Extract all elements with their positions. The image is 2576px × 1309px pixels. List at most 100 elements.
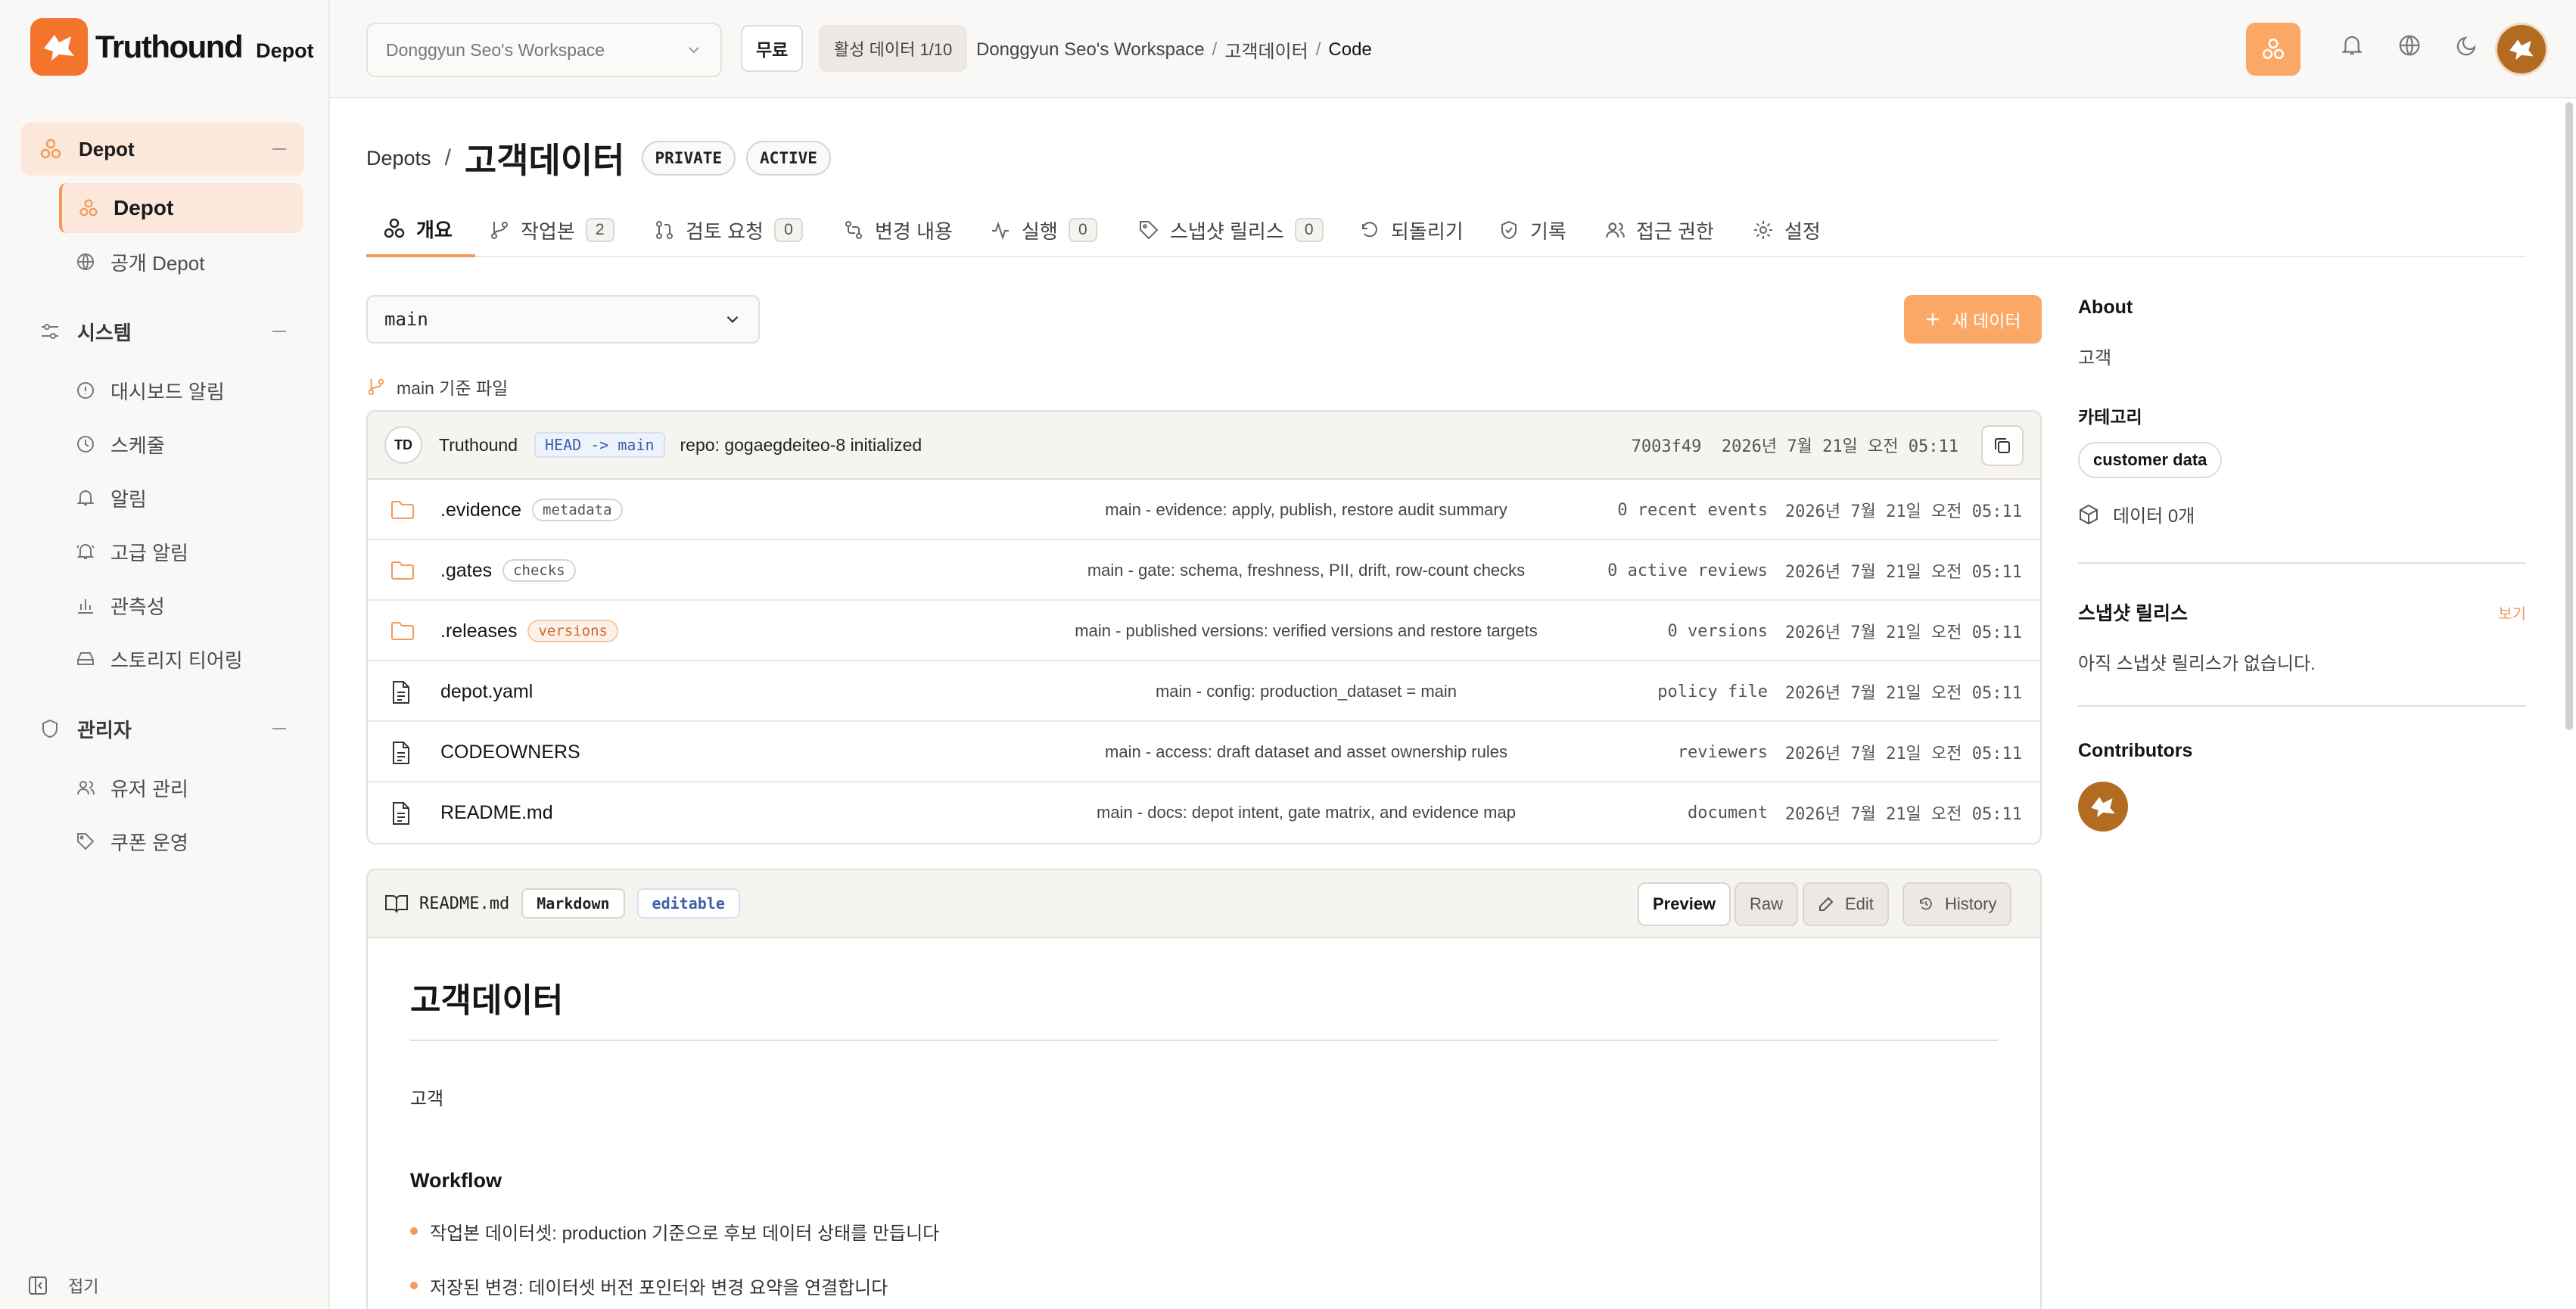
tab-overview[interactable]: 개요 <box>366 203 475 257</box>
sidebar-item-label: 스케줄 <box>110 434 165 457</box>
sidebar-item-public-depot[interactable]: 공개 Depot <box>59 237 303 287</box>
file-commit-message[interactable]: main - gate: schema, freshness, PII, dri… <box>1019 540 1594 601</box>
depot-home-button[interactable] <box>2246 23 2301 76</box>
hard-drive-icon <box>76 649 95 669</box>
sidebar-item-dashboard-alerts[interactable]: 대시보드 알림 <box>59 365 303 415</box>
sidebar-item-label: 쿠폰 운영 <box>110 831 188 854</box>
edit-button[interactable]: Edit <box>1803 882 1889 926</box>
tab-access[interactable]: 접근 권한 <box>1604 203 1714 257</box>
commit-author[interactable]: Truthound <box>439 435 518 456</box>
tab-revert[interactable]: 되돌리기 <box>1359 203 1464 257</box>
file-name[interactable]: depot.yaml <box>440 681 533 703</box>
breadcrumb-workspace[interactable]: Donggyun Seo's Workspace <box>976 39 1205 61</box>
new-data-button[interactable]: 새 데이터 <box>1904 295 2042 344</box>
tab-branches[interactable]: 작업본 2 <box>489 203 614 257</box>
sidebar-item-observability[interactable]: 관측성 <box>59 580 303 630</box>
file-commit-message[interactable]: main - evidence: apply, publish, restore… <box>1019 480 1594 540</box>
sidebar-item-schedule[interactable]: 스케줄 <box>59 419 303 469</box>
file-name-cell: .evidence metadata <box>440 480 623 540</box>
breadcrumb-separator: / <box>1212 39 1218 60</box>
collapse-minus-icon[interactable] <box>272 728 286 729</box>
commit-message[interactable]: repo: gogaegdeiteo-8 initialized <box>680 435 922 456</box>
git-pull-request-icon <box>654 219 675 241</box>
globe-icon <box>76 252 95 272</box>
file-name[interactable]: .evidence <box>440 499 521 521</box>
workspace-select[interactable]: Donggyun Seo's Workspace <box>366 23 722 77</box>
tab-snapshot-releases[interactable]: 스냅샷 릴리스 0 <box>1138 203 1324 257</box>
branch-select[interactable]: main <box>366 295 760 344</box>
sidebar-item-notifications[interactable]: 알림 <box>59 473 303 523</box>
snapshot-heading: 스냅샷 릴리스 <box>2078 603 2188 624</box>
tab-settings[interactable]: 설정 <box>1753 203 1821 257</box>
nav-group-system[interactable]: 시스템 <box>21 305 304 358</box>
file-name[interactable]: .gates <box>440 560 492 582</box>
category-chip[interactable]: customer data <box>2078 442 2223 478</box>
raw-button[interactable]: Raw <box>1734 882 1799 926</box>
table-row[interactable]: .evidence metadata main - evidence: apply… <box>368 480 2040 540</box>
collapse-sidebar-button[interactable]: 접기 <box>27 1273 98 1298</box>
activity-icon <box>990 219 1011 241</box>
tab-runs[interactable]: 실행 0 <box>990 203 1097 257</box>
table-row[interactable]: depot.yaml main - config: production_dat… <box>368 661 2040 722</box>
plan-badge[interactable]: 무료 <box>741 25 804 72</box>
copy-hash-button[interactable] <box>1981 425 2024 466</box>
table-row[interactable]: .gates checks main - gate: schema, freshn… <box>368 540 2040 601</box>
history-icon <box>1920 897 1932 910</box>
tab-label: 설정 <box>1784 219 1821 243</box>
collapse-minus-icon[interactable] <box>272 148 286 150</box>
sidebar-item-coupon-ops[interactable]: 쿠폰 운영 <box>59 816 303 866</box>
breadcrumb-depot[interactable]: 고객데이터 <box>1224 36 1308 63</box>
language-globe-icon[interactable] <box>2397 33 2422 58</box>
tab-review-requests[interactable]: 검토 요청 0 <box>654 203 803 257</box>
author-avatar: TD <box>384 426 422 464</box>
table-row[interactable]: README.md main - docs: depot intent, gat… <box>368 782 2040 843</box>
table-row[interactable]: CODEOWNERS main - access: draft dataset … <box>368 722 2040 782</box>
chevron-down-icon <box>723 310 742 328</box>
file-status: 0 versions <box>1667 621 1768 641</box>
depots-link[interactable]: Depots <box>366 147 431 170</box>
git-compare-icon <box>843 219 864 241</box>
file-commit-message[interactable]: main - docs: depot intent, gate matrix, … <box>1019 782 1594 843</box>
file-name[interactable]: README.md <box>440 802 553 824</box>
sidebar-item-advanced-alerts[interactable]: 고급 알림 <box>59 527 303 577</box>
notifications-bell-icon[interactable] <box>2340 33 2364 58</box>
nav-group-admin[interactable]: 관리자 <box>21 702 304 755</box>
nav-group-label: 시스템 <box>77 321 132 344</box>
file-commit-message[interactable]: main - published versions: verified vers… <box>1019 601 1594 661</box>
users-icon <box>76 778 95 798</box>
nav-group-depot[interactable]: Depot <box>21 123 304 176</box>
breadcrumb-separator: / <box>1315 39 1321 60</box>
file-commit-message[interactable]: main - config: production_dataset = main <box>1019 661 1594 722</box>
collapse-minus-icon[interactable] <box>272 331 286 332</box>
preview-button[interactable]: Preview <box>1638 882 1731 926</box>
commit-hash[interactable]: 7003f49 <box>1632 437 1702 456</box>
about-panel: About 고객 카테고리 customer data 데이터 0개 스냅샷 릴… <box>2078 297 2526 832</box>
folder-icon <box>390 559 415 582</box>
tab-label: 기록 <box>1530 219 1566 243</box>
tab-changes[interactable]: 변경 내용 <box>843 203 953 257</box>
sidebar-item-user-management[interactable]: 유저 관리 <box>59 763 303 813</box>
brand-logo[interactable]: Truthound Depot <box>30 18 314 76</box>
file-icon <box>390 680 412 704</box>
dark-mode-moon-icon[interactable] <box>2455 33 2479 58</box>
table-row[interactable]: .releases versions main - published versi… <box>368 601 2040 661</box>
bullet-dot <box>410 1282 418 1289</box>
editable-badge: editable <box>636 888 740 919</box>
edit-label: Edit <box>1845 894 1874 913</box>
history-button[interactable]: History <box>1902 882 2012 926</box>
sidebar-item-storage-tiering[interactable]: 스토리지 티어링 <box>59 634 303 684</box>
readme-title: 고객데이터 <box>410 973 1998 1041</box>
sidebar-item-label: 공개 Depot <box>110 251 205 275</box>
gear-icon <box>1753 219 1774 241</box>
tab-history[interactable]: 기록 <box>1498 203 1566 257</box>
file-commit-message[interactable]: main - access: draft dataset and asset o… <box>1019 722 1594 782</box>
snapshot-view-link[interactable]: 보기 <box>2498 602 2526 623</box>
page-scrollbar[interactable] <box>2565 102 2573 730</box>
sidebar-item-depot[interactable]: Depot <box>59 183 303 233</box>
contributor-avatar[interactable] <box>2078 782 2128 832</box>
status-badge: ACTIVE <box>746 141 831 176</box>
bullet-dot <box>410 1227 418 1235</box>
user-avatar[interactable] <box>2495 23 2548 76</box>
file-name[interactable]: .releases <box>440 620 517 642</box>
file-name[interactable]: CODEOWNERS <box>440 742 580 763</box>
